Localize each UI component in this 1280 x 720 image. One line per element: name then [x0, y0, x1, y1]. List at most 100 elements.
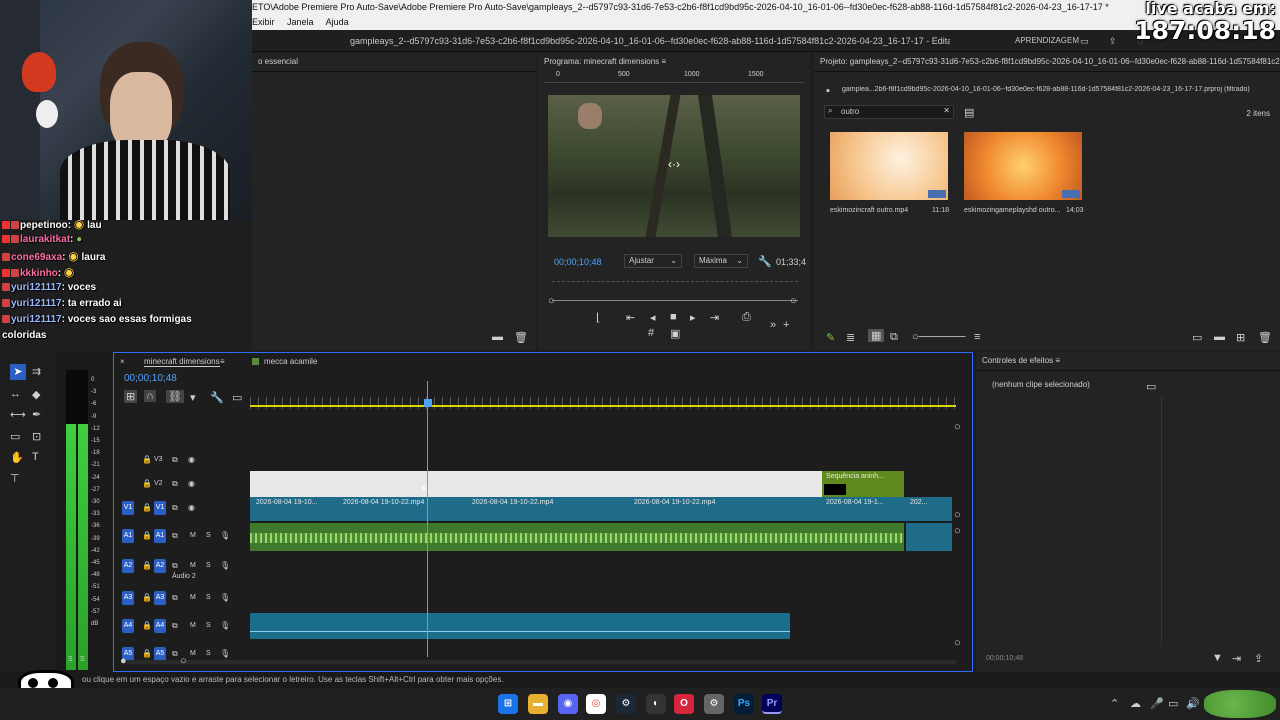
freeform-view-icon[interactable]: ⧉: [890, 331, 898, 344]
list-view-icon[interactable]: ≣: [846, 331, 855, 344]
sync-lock-icon[interactable]: ⧉: [172, 649, 178, 659]
close-icon[interactable]: ×: [120, 357, 125, 366]
sort-icon[interactable]: ≡: [974, 331, 980, 343]
windows-icon[interactable]: ⊞: [498, 694, 518, 714]
program-zoom-bar[interactable]: [552, 300, 798, 301]
mark-in-icon[interactable]: ⌊: [596, 311, 600, 324]
learning-workspace[interactable]: APRENDIZAGEM: [1015, 30, 1079, 52]
lock-icon[interactable]: 🔒: [142, 531, 152, 540]
source-patch-button[interactable]: A4: [122, 619, 134, 633]
menu-icon[interactable]: ≡: [661, 57, 666, 66]
add-icon[interactable]: +: [783, 319, 789, 331]
zoom-handle-left[interactable]: ○: [548, 295, 555, 307]
microphone-icon[interactable]: 🎙: [220, 621, 230, 630]
snap-icon[interactable]: ∩: [144, 390, 156, 402]
menu-ajuda[interactable]: Ajuda: [326, 17, 349, 27]
zoom-handle-right[interactable]: ○: [180, 655, 187, 667]
toggle-timeline-icon[interactable]: ▭: [1146, 380, 1156, 393]
mute-button[interactable]: M: [190, 532, 196, 539]
microphone-icon[interactable]: 🎙: [220, 649, 230, 658]
export-icon[interactable]: ⇪: [1254, 652, 1263, 665]
solo-button[interactable]: S: [206, 562, 211, 569]
effects-tab[interactable]: Controles de efeitos ≡: [976, 352, 1280, 369]
playhead-handle[interactable]: [424, 399, 432, 407]
marker-icon[interactable]: ▾: [190, 391, 196, 404]
settings-icon[interactable]: 🔧: [210, 391, 224, 404]
solo-button[interactable]: S: [206, 622, 211, 629]
step-back-icon[interactable]: ◂: [650, 311, 656, 324]
tab-minecraft-dimensions[interactable]: minecraft dimensions: [144, 357, 220, 367]
tray-expand-icon[interactable]: ⌃: [1110, 697, 1119, 710]
track-target-button[interactable]: A5: [154, 647, 166, 661]
adjustment-clip[interactable]: [250, 471, 822, 497]
a4-audio-clip[interactable]: [250, 613, 790, 639]
sync-lock-icon[interactable]: ⧉: [172, 503, 178, 513]
safe-margins-icon[interactable]: ▣: [670, 327, 680, 340]
microphone-icon[interactable]: 🎙: [220, 561, 230, 570]
solo-left[interactable]: S: [68, 656, 73, 663]
opera-icon[interactable]: O: [674, 694, 694, 714]
program-tab[interactable]: Programa: minecraft dimensions ≡: [538, 53, 810, 70]
trash-icon[interactable]: 🗑: [1258, 331, 1272, 344]
track-target-button[interactable]: V3: [154, 456, 163, 463]
lock-icon[interactable]: 🔒: [142, 621, 152, 630]
volume-icon[interactable]: 🔊: [1186, 697, 1200, 710]
lock-icon[interactable]: 🔒: [142, 455, 152, 464]
solo-button[interactable]: S: [206, 532, 211, 539]
solo-right[interactable]: S: [80, 656, 85, 663]
premiere-icon[interactable]: Pr: [762, 694, 782, 714]
more-icon[interactable]: »: [770, 319, 776, 331]
settings-icon[interactable]: ⚙: [704, 694, 724, 714]
lock-icon[interactable]: 🔒: [142, 593, 152, 602]
sync-lock-icon[interactable]: ⧉: [172, 455, 178, 465]
zoom-handle-right[interactable]: ○: [790, 295, 797, 307]
slip-icon[interactable]: ⟷: [10, 408, 26, 421]
photoshop-icon[interactable]: Ps: [734, 694, 754, 714]
sync-lock-icon[interactable]: ⧉: [172, 479, 178, 489]
obs-icon[interactable]: ◐: [646, 694, 666, 714]
thumbnail[interactable]: [964, 132, 1082, 200]
zoom-handle-left[interactable]: ●: [120, 655, 127, 667]
selection-tool-icon[interactable]: ➤: [10, 364, 26, 380]
solo-button[interactable]: S: [206, 594, 211, 601]
menu-exibir[interactable]: Exibir: [252, 17, 275, 27]
hand-icon[interactable]: ✋: [10, 451, 24, 464]
workspaces-icon[interactable]: ▭: [1080, 30, 1089, 52]
linked-icon[interactable]: ⛓: [166, 390, 184, 403]
scroll-handle[interactable]: ○: [954, 509, 961, 521]
program-video[interactable]: ‹·›: [548, 95, 800, 237]
eye-icon[interactable]: ◉: [188, 503, 195, 512]
time-ruler[interactable]: [250, 397, 956, 409]
lock-icon[interactable]: 🔒: [142, 503, 152, 512]
project-tab[interactable]: Projeto: gampleays_2--d5797c93-31d6-7e53…: [814, 53, 1280, 70]
play-only-audio-icon[interactable]: ⇥: [1232, 652, 1241, 665]
source-patch-button[interactable]: A2: [122, 559, 134, 573]
new-bin-icon[interactable]: ▤: [964, 106, 974, 119]
automate-icon[interactable]: ▭: [1192, 331, 1202, 344]
scroll-handle-top[interactable]: ○: [954, 421, 961, 433]
source-patch-button[interactable]: V1: [122, 501, 134, 515]
sync-lock-icon[interactable]: ⧉: [172, 593, 178, 603]
type-icon[interactable]: T: [32, 451, 39, 463]
rectangle-icon[interactable]: ▭: [10, 430, 20, 443]
fit-dropdown[interactable]: Ajustar ⌄: [624, 254, 682, 268]
folder-icon[interactable]: ▬: [1214, 331, 1225, 343]
lock-icon[interactable]: 🔒: [142, 561, 152, 570]
playhead-line[interactable]: [427, 381, 428, 657]
essential-tab[interactable]: o essencial: [252, 53, 536, 70]
search-input[interactable]: ⌕ outro ✕: [824, 105, 954, 119]
microphone-icon[interactable]: 🎙: [220, 531, 230, 540]
go-to-in-icon[interactable]: ⇤: [626, 311, 635, 324]
go-to-out-icon[interactable]: ⇥: [710, 311, 719, 324]
lock-icon[interactable]: 🔒: [142, 479, 152, 488]
zoom-slider[interactable]: ○──────: [912, 331, 965, 343]
grid-icon[interactable]: #: [648, 327, 654, 339]
track-target-button[interactable]: A3: [154, 591, 166, 605]
timeline-timecode[interactable]: 00;00;10;48: [124, 373, 177, 384]
nested-sequence-clip[interactable]: Sequência aninh...: [822, 471, 904, 497]
discord-icon[interactable]: ◉: [558, 694, 578, 714]
captions-icon[interactable]: ▭: [232, 391, 242, 404]
source-patch-button[interactable]: A3: [122, 591, 134, 605]
mute-button[interactable]: M: [190, 562, 196, 569]
track-select-icon[interactable]: ⇉: [32, 365, 41, 378]
